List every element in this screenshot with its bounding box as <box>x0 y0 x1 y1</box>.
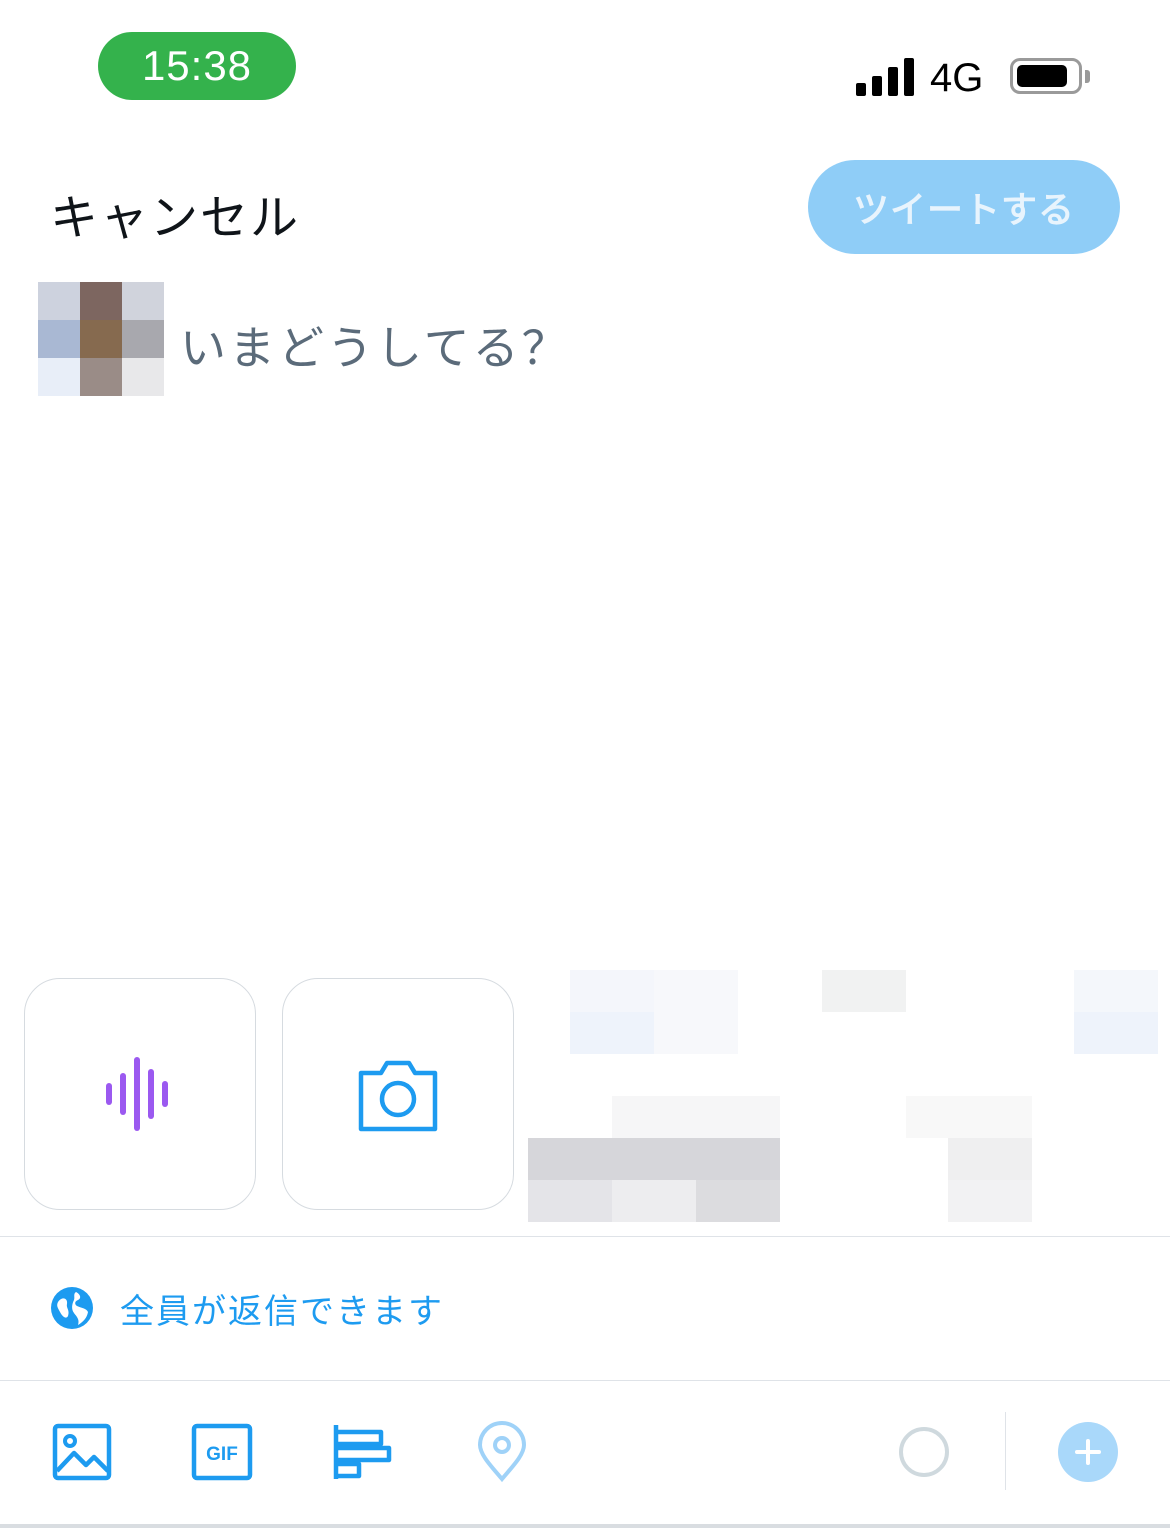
camera-button[interactable] <box>282 978 514 1210</box>
voice-waveform-icon <box>106 1057 168 1131</box>
voice-tweet-button[interactable] <box>24 978 256 1210</box>
gif-icon: GIF <box>191 1423 253 1481</box>
tweet-text-input[interactable]: いまどうしてる？ <box>180 312 571 378</box>
battery-icon <box>1010 58 1082 94</box>
cancel-button[interactable]: キャンセル <box>50 178 300 248</box>
network-type: 4G <box>930 56 984 100</box>
avatar[interactable] <box>38 282 164 396</box>
toolbar-separator <box>1005 1412 1006 1490</box>
gif-button[interactable]: GIF <box>190 1420 254 1484</box>
poll-icon <box>333 1425 392 1479</box>
reply-setting-button[interactable]: 全員が返信できます <box>50 1286 444 1332</box>
tweet-compose-screen: 15:38 4G キャンセル ツイートする いまどうしてる？ 全員が返信できます… <box>0 0 1170 1528</box>
progress-ring-icon <box>899 1427 949 1477</box>
poll-button[interactable] <box>330 1420 394 1484</box>
reply-setting-label: 全員が返信できます <box>120 1291 444 1332</box>
status-time: 15:38 <box>98 32 296 100</box>
photo-thumbnails[interactable] <box>528 970 1170 1222</box>
character-counter <box>892 1420 956 1484</box>
tweet-button[interactable]: ツイートする <box>808 160 1120 254</box>
battery-tip <box>1085 70 1090 83</box>
divider-bottom <box>0 1380 1170 1381</box>
plus-icon <box>1075 1439 1101 1465</box>
globe-icon <box>51 1287 93 1329</box>
keyboard-edge <box>0 1524 1170 1528</box>
image-button[interactable] <box>50 1420 114 1484</box>
add-thread-button[interactable] <box>1058 1422 1118 1482</box>
image-icon <box>52 1423 112 1481</box>
signal-bars-icon <box>856 58 914 96</box>
svg-text:GIF: GIF <box>206 1444 238 1465</box>
divider-top <box>0 1236 1170 1237</box>
location-button[interactable] <box>470 1420 534 1484</box>
camera-icon <box>358 1060 438 1132</box>
location-pin-icon <box>477 1421 527 1483</box>
